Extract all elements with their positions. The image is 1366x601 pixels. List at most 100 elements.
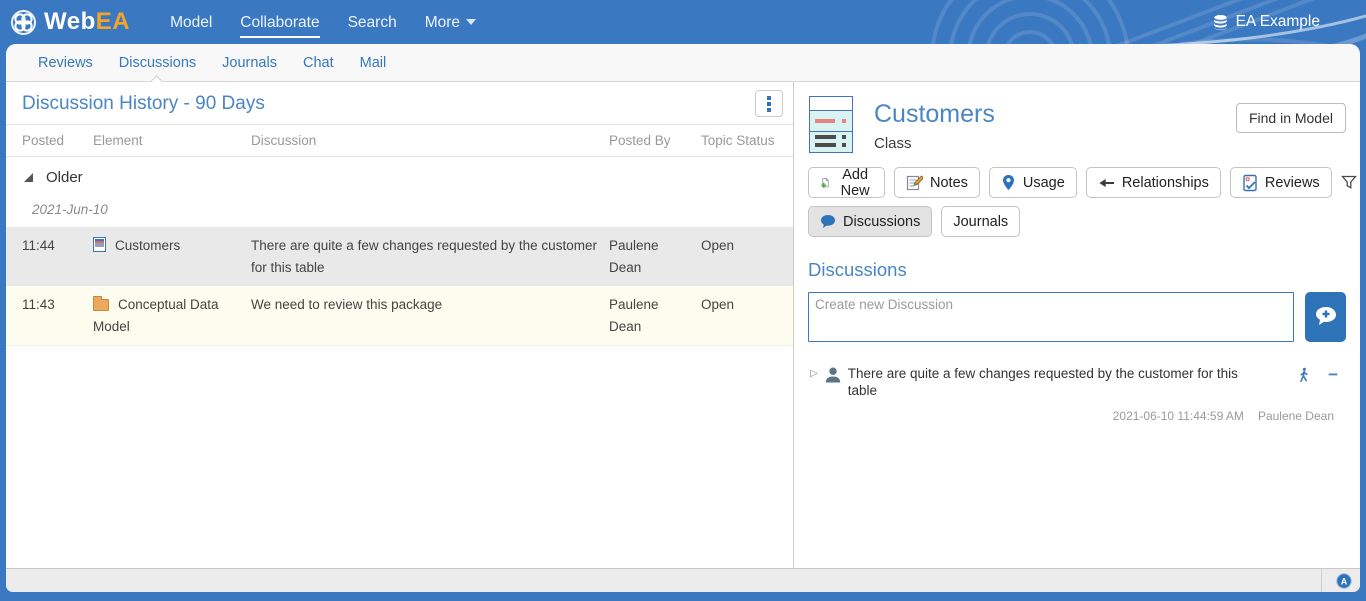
cell-posted-by: Paulene Dean <box>607 227 699 286</box>
new-discussion-input[interactable] <box>808 292 1294 342</box>
col-topic-status: Topic Status <box>699 125 785 156</box>
subnav-mail[interactable]: Mail <box>347 45 400 81</box>
cell-topic-status: Open <box>699 227 785 286</box>
discussions-section-title: Discussions <box>808 259 1346 281</box>
cell-element: Customers <box>91 227 249 286</box>
footer-logo-area: A <box>1321 569 1360 592</box>
discussion-message-text: There are quite a few changes requested … <box>848 366 1297 400</box>
history-row-customers[interactable]: 11:44 Customers There are quite a few ch… <box>6 227 793 286</box>
col-discussion: Discussion <box>249 125 607 156</box>
usage-label: Usage <box>1023 175 1065 191</box>
element-detail-panel: Customers Class Find in Model Add New <box>794 82 1360 568</box>
class-table-icon <box>93 237 106 252</box>
content-area: Reviews Discussions Journals Chat Mail D… <box>6 44 1360 592</box>
model-badge[interactable]: EA Example <box>1212 13 1366 31</box>
cell-posted-by: Paulene Dean <box>607 286 699 345</box>
usage-button[interactable]: Usage <box>989 167 1077 198</box>
topmenu-more[interactable]: More <box>411 2 490 43</box>
collaborate-subnav: Reviews Discussions Journals Chat Mail <box>6 44 1360 82</box>
brand-text: WebEA <box>44 8 130 36</box>
walking-person-icon[interactable] <box>1297 367 1310 383</box>
notes-label: Notes <box>930 175 968 191</box>
find-in-model-button[interactable]: Find in Model <box>1236 103 1346 133</box>
top-menu: Model Collaborate Search More <box>156 2 490 43</box>
cell-posted: 11:44 <box>20 227 91 286</box>
topmenu-search[interactable]: Search <box>334 2 411 43</box>
detail-header: Customers Class Find in Model <box>808 94 1346 153</box>
history-options-button[interactable] <box>755 90 783 117</box>
subnav-journals[interactable]: Journals <box>209 45 290 81</box>
add-new-label: Add New <box>837 167 873 199</box>
cell-discussion: We need to review this package <box>249 286 607 345</box>
history-column-headers: Posted Element Discussion Posted By Topi… <box>6 124 793 157</box>
cell-element: Conceptual Data Model <box>91 286 249 345</box>
journals-button[interactable]: Journals <box>941 206 1020 237</box>
main-split: Discussion History - 90 Days Posted Elem… <box>6 82 1360 568</box>
cell-discussion: There are quite a few changes requested … <box>249 227 607 286</box>
discussion-author: Paulene Dean <box>1258 409 1334 423</box>
detail-toolbar-row1: Add New Notes Usage <box>808 167 1346 198</box>
filter-control[interactable]: Single <box>1341 175 1360 191</box>
reviews-button[interactable]: Reviews <box>1230 167 1332 198</box>
package-folder-icon <box>93 299 109 311</box>
notes-icon <box>906 174 923 191</box>
add-new-icon <box>820 174 830 192</box>
create-discussion-button[interactable] <box>1305 292 1346 342</box>
history-row-conceptual-data-model[interactable]: 11:43 Conceptual Data Model We need to r… <box>6 286 793 346</box>
reviews-icon <box>1242 174 1258 192</box>
discussions-label: Discussions <box>843 214 920 230</box>
relationships-arrow-icon <box>1098 176 1115 190</box>
discussion-history-panel: Discussion History - 90 Days Posted Elem… <box>6 82 794 568</box>
subnav-discussions[interactable]: Discussions <box>106 45 209 81</box>
date-group-label: 2021-Jun-10 <box>6 194 793 227</box>
element-type: Class <box>874 135 1236 152</box>
page-frame: Reviews Discussions Journals Chat Mail D… <box>0 44 1366 601</box>
discussion-thread-item: ▷ There are quite a few changes requeste… <box>808 366 1346 400</box>
col-posted: Posted <box>20 125 91 156</box>
webea-logo[interactable]: WebEA <box>0 8 130 36</box>
discussion-bubble-icon <box>820 214 836 229</box>
subnav-chat[interactable]: Chat <box>290 45 347 81</box>
discussion-meta: 2021-06-10 11:44:59 AM Paulene Dean <box>808 409 1346 423</box>
detail-titles: Customers Class <box>874 94 1236 152</box>
class-element-icon <box>809 96 853 153</box>
journals-label: Journals <box>953 214 1008 230</box>
discussion-composer <box>808 292 1346 342</box>
filter-funnel-icon <box>1341 175 1357 190</box>
notes-button[interactable]: Notes <box>894 167 980 198</box>
col-element: Element <box>91 125 249 156</box>
cell-posted: 11:43 <box>20 286 91 345</box>
usage-pin-icon <box>1001 174 1016 191</box>
add-new-button[interactable]: Add New <box>808 167 885 198</box>
detail-toolbar-row2: Discussions Journals <box>808 206 1346 237</box>
discussions-button[interactable]: Discussions <box>808 206 932 237</box>
expand-caret-icon[interactable]: ▷ <box>810 369 818 379</box>
history-title: Discussion History - 90 Days <box>22 93 265 115</box>
group-header-older[interactable]: Older <box>6 157 793 194</box>
relationships-button[interactable]: Relationships <box>1086 167 1221 198</box>
group-label: Older <box>46 169 83 186</box>
topmenu-model[interactable]: Model <box>156 2 226 43</box>
reviews-label: Reviews <box>1265 175 1320 191</box>
model-badge-label: EA Example <box>1236 13 1320 31</box>
history-header: Discussion History - 90 Days <box>6 82 793 124</box>
user-avatar-icon <box>824 366 842 383</box>
subnav-reviews[interactable]: Reviews <box>25 45 106 81</box>
collapse-minus-icon[interactable]: − <box>1328 366 1338 383</box>
sparx-a-logo-icon[interactable]: A <box>1336 573 1352 589</box>
new-discussion-bubble-icon <box>1314 306 1338 328</box>
database-icon <box>1212 14 1229 31</box>
svg-text:A: A <box>1341 576 1348 586</box>
col-posted-by: Posted By <box>607 125 699 156</box>
topmenu-collaborate[interactable]: Collaborate <box>226 2 333 43</box>
group-expanded-icon <box>24 173 33 182</box>
status-footer: A <box>6 568 1360 592</box>
top-navbar: WebEA Model Collaborate Search More EA E… <box>0 0 1366 44</box>
sparx-knot-icon <box>10 9 37 36</box>
element-title: Customers <box>874 100 1236 129</box>
discussion-actions: − <box>1297 366 1338 383</box>
discussion-timestamp: 2021-06-10 11:44:59 AM <box>1113 409 1244 423</box>
cell-topic-status: Open <box>699 286 785 345</box>
relationships-label: Relationships <box>1122 175 1209 191</box>
chevron-down-icon <box>466 19 476 25</box>
